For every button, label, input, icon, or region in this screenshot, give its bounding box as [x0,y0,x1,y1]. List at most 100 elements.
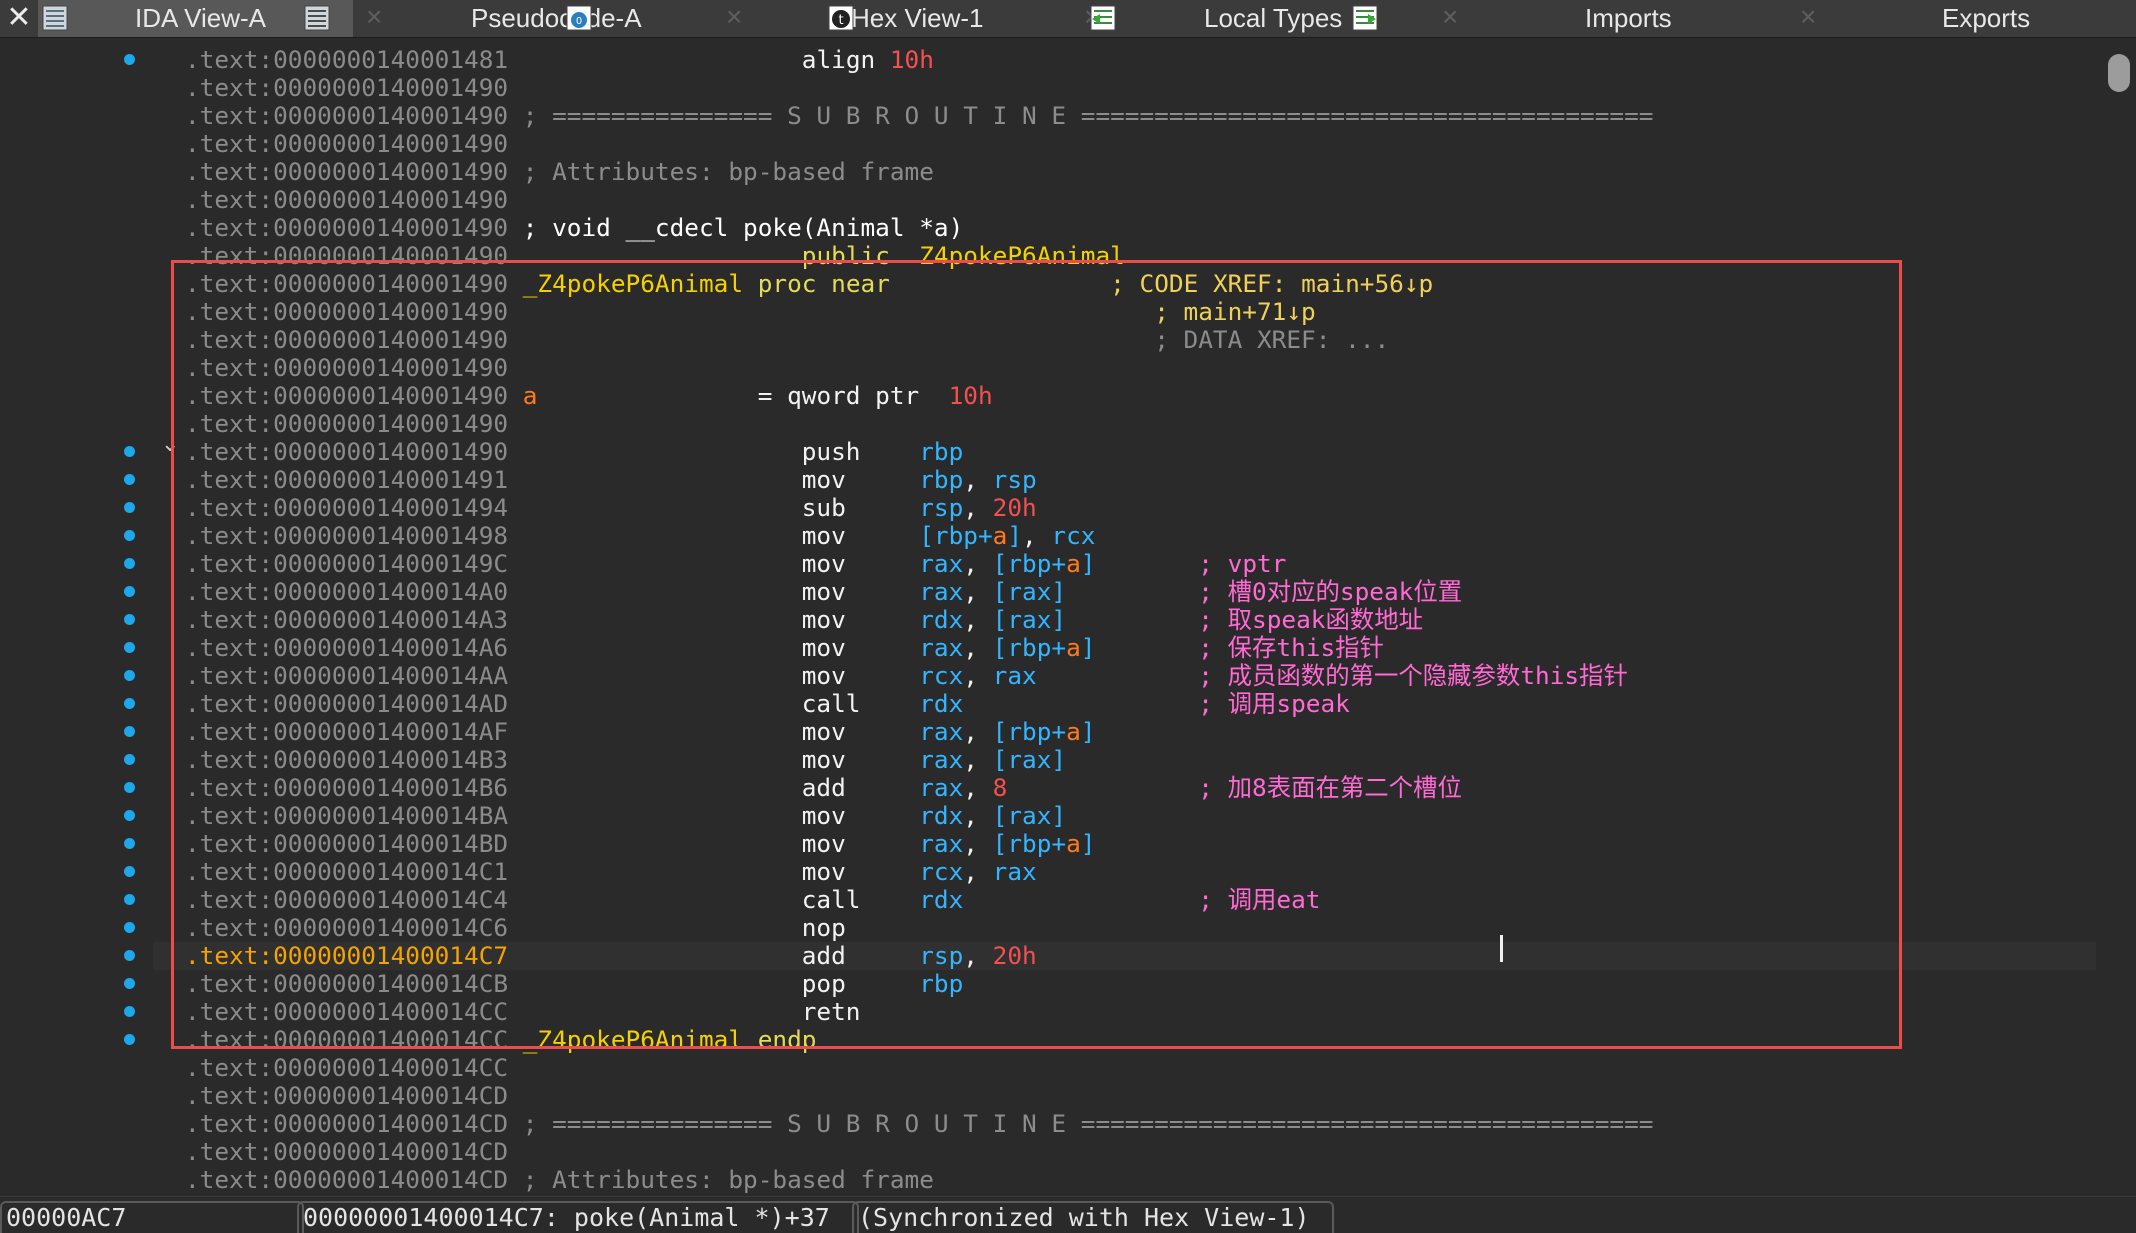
listing-line[interactable]: .text:00000001400014CC retn [185,998,861,1026]
listing-line[interactable]: .text:00000001400014C1 mov rcx, rax [185,858,1037,886]
listing-line[interactable]: .text:0000000140001490 ; Attributes: bp-… [185,158,934,186]
code-token: proc near [743,269,890,298]
trace-dot-icon[interactable] [124,978,135,989]
line-address: .text:00000001400014B3 [185,745,509,774]
code-token: push [508,437,920,466]
listing-line[interactable]: .text:0000000140001490 push rbp [185,438,963,466]
code-token: [rbp+ [919,521,993,550]
line-address: .text:0000000140001491 [185,465,509,494]
trace-dot-icon[interactable] [124,530,135,541]
listing-line[interactable]: .text:0000000140001490 public Z4pokeP6An… [185,242,1125,270]
trace-dot-icon[interactable] [124,894,135,905]
trace-dot-icon[interactable] [124,54,135,65]
listing-line[interactable]: .text:0000000140001491 mov rbp, rsp [185,466,1037,494]
trace-dot-icon[interactable] [124,558,135,569]
scrollbar-thumb[interactable] [2108,54,2130,92]
disassembly-listing[interactable]: .text:0000000140001481 align 10h .text:00… [153,38,2096,1196]
trace-dot-icon[interactable] [124,446,135,457]
line-address: .text:0000000140001490 [185,129,509,158]
listing-line[interactable]: .text:00000001400014A0 mov rax, [rax] ; … [185,578,1462,606]
tab-close-icon[interactable]: × [1800,1,1816,33]
listing-line[interactable]: .text:0000000140001490 [185,186,508,214]
line-address: .text:0000000140001490 [185,73,509,102]
trace-dot-icon[interactable] [124,810,135,821]
listing-line[interactable]: .text:00000001400014CB pop rbp [185,970,963,998]
code-token: rcx [919,661,964,690]
listing-line[interactable]: .text:00000001400014C6 nop [185,914,846,942]
trace-dot-icon[interactable] [124,1006,135,1017]
trace-dot-icon[interactable] [124,838,135,849]
listing-line[interactable]: .text:00000001400014AF mov rax, [rbp+a] [185,718,1095,746]
listing-line[interactable]: .text:00000001400014BD mov rax, [rbp+a] [185,830,1095,858]
code-token: [rbp+ [992,633,1067,662]
listing-line[interactable]: .text:00000001400014B6 add rax, 8 ; 加8表面… [185,774,1462,802]
line-address: .text:0000000140001481 [185,45,509,74]
listing-line[interactable]: .text:000000014000149C mov rax, [rbp+a] … [185,550,1286,578]
text-cursor [1500,935,1503,962]
code-token: ; 调用eat [1198,885,1321,914]
listing-line[interactable]: .text:00000001400014C7 add rsp, 20h [185,942,1037,970]
listing-line[interactable]: .text:0000000140001490 [185,410,508,438]
status-bar: 00000AC7 00000001400014C7: poke(Animal *… [0,1196,2136,1233]
code-token: 20h [992,941,1037,970]
line-address: .text:0000000140001498 [185,521,509,550]
trace-dot-icon[interactable] [124,502,135,513]
listing-line[interactable]: .text:0000000140001490 ; DATA XREF: ... [185,326,1389,354]
expand-arrow-icon[interactable]: ⌄ [161,432,179,457]
listing-line[interactable]: .text:0000000140001490 ; void __cdecl po… [185,214,963,242]
trace-dot-icon[interactable] [124,782,135,793]
code-token: add [508,773,920,802]
tab-close-icon[interactable]: × [726,1,742,33]
listing-line[interactable]: .text:00000001400014B3 mov rax, [rax] [185,746,1066,774]
listing-line[interactable]: .text:00000001400014CC [185,1054,508,1082]
code-token: _Z4pokeP6Animal [522,269,744,298]
trace-dot-icon[interactable] [124,670,135,681]
trace-dot-icon[interactable] [124,474,135,485]
listing-line[interactable]: .text:00000001400014CD [185,1082,508,1110]
listing-line[interactable]: .text:0000000140001490 [185,354,508,382]
listing-line[interactable]: .text:0000000140001490 [185,74,508,102]
listing-line[interactable]: .text:00000001400014CD [185,1138,508,1166]
code-token: , [963,857,993,886]
trace-dot-icon[interactable] [124,1034,135,1045]
close-window-icon[interactable]: ✕ [0,0,38,37]
gutter[interactable] [0,38,152,1196]
trace-dot-icon[interactable] [124,866,135,877]
listing-line[interactable]: .text:0000000140001481 align 10h [185,46,934,74]
code-token: Z4pokeP6Animal [919,241,1125,270]
listing-line[interactable]: .text:0000000140001490 _Z4pokeP6Animal p… [185,270,1433,298]
listing-line[interactable]: .text:0000000140001490 ; main+71↓p [185,298,1316,326]
trace-dot-icon[interactable] [124,950,135,961]
vertical-scrollbar[interactable] [2100,38,2136,1196]
hex-view-icon: 0 [566,5,592,31]
listing-line[interactable]: .text:0000000140001498 mov [rbp+a], rcx [185,522,1095,550]
listing-line[interactable]: .text:0000000140001490 a = qword ptr 10h [185,382,993,410]
listing-line[interactable]: .text:00000001400014BA mov rdx, [rax] [185,802,1066,830]
trace-dot-icon[interactable] [124,698,135,709]
trace-dot-icon[interactable] [124,614,135,625]
trace-dot-icon[interactable] [124,586,135,597]
listing-line[interactable]: .text:0000000140001494 sub rsp, 20h [185,494,1037,522]
listing-line[interactable]: .text:00000001400014CD ; ===============… [185,1110,1653,1138]
trace-dot-icon[interactable] [124,642,135,653]
tab-close-icon[interactable]: × [366,1,382,33]
listing-line[interactable]: .text:0000000140001490 ; ===============… [185,102,1653,130]
trace-dot-icon[interactable] [124,754,135,765]
listing-line[interactable]: .text:00000001400014AD call rdx ; 调用spea… [185,690,1350,718]
listing-line[interactable]: .text:00000001400014C4 call rdx ; 调用eat [185,886,1320,914]
listing-line[interactable]: .text:0000000140001490 [185,130,508,158]
listing-line[interactable]: .text:00000001400014A6 mov rax, [rbp+a] … [185,634,1384,662]
listing-line[interactable]: .text:00000001400014CC _Z4pokeP6Animal e… [185,1026,816,1054]
code-token: call [508,885,920,914]
trace-dot-icon[interactable] [124,726,135,737]
tab-close-icon[interactable]: × [1442,1,1458,33]
code-token: ; 加8表面在第二个槽位 [1198,773,1462,802]
code-token: rax [919,577,964,606]
listing-line[interactable]: .text:00000001400014A3 mov rdx, [rax] ; … [185,606,1423,634]
line-address: .text:0000000140001490 [185,297,509,326]
listing-line[interactable]: .text:00000001400014CD ; Attributes: bp-… [185,1166,934,1194]
trace-dot-icon[interactable] [124,922,135,933]
listing-line[interactable]: .text:00000001400014AA mov rcx, rax ; 成员… [185,662,1628,690]
code-token: rdx [919,801,964,830]
